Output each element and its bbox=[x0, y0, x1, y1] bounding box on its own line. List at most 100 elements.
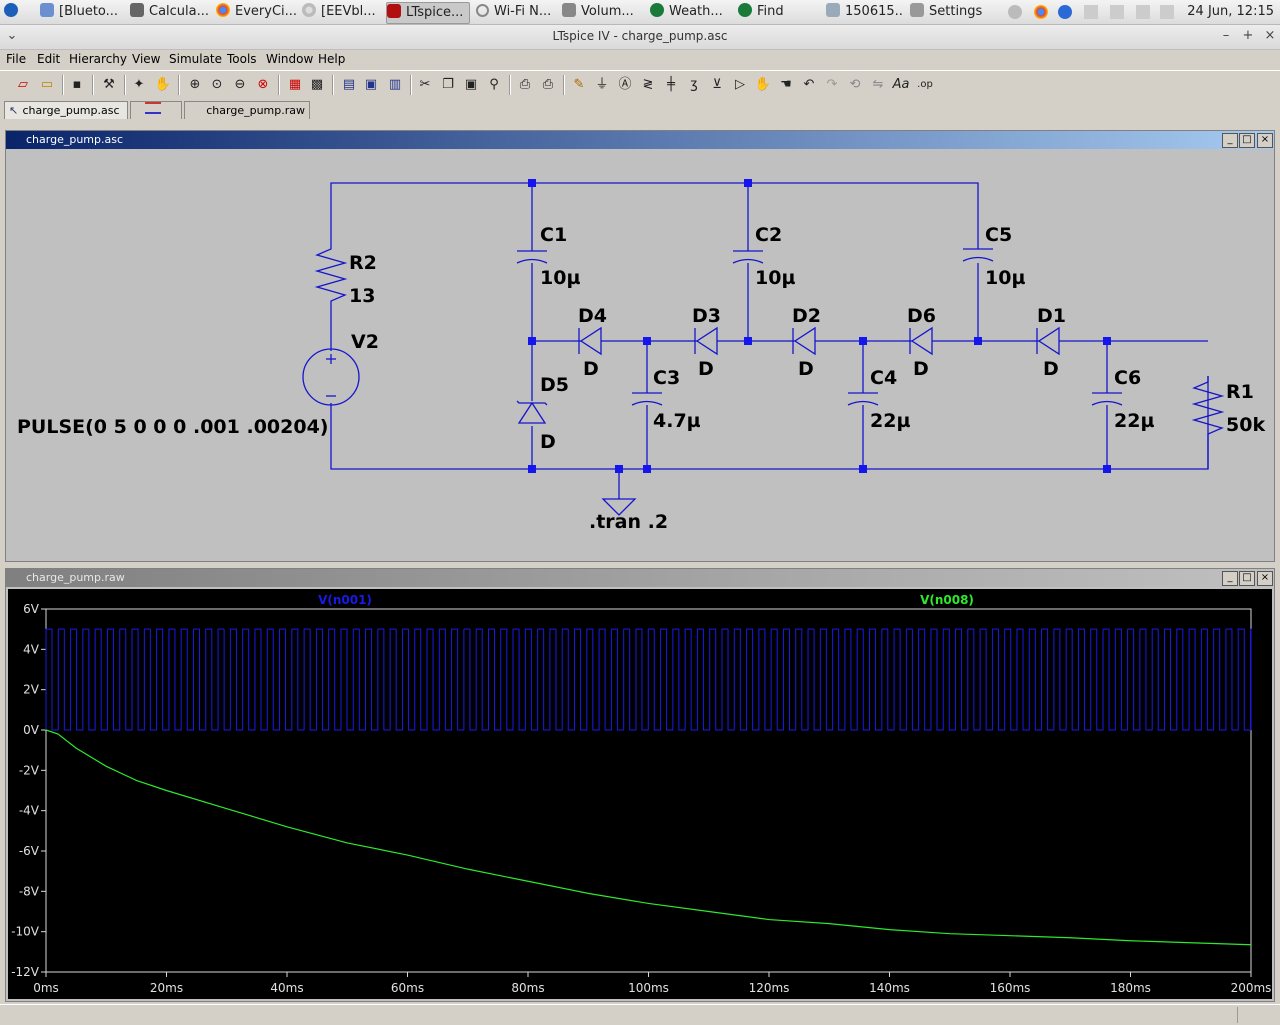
mail-icon[interactable] bbox=[1110, 5, 1124, 19]
chrome-icon bbox=[216, 3, 230, 17]
waveform-icon bbox=[145, 102, 161, 114]
x-tick-label: 160ms bbox=[990, 981, 1031, 995]
mdi-maximize-icon[interactable]: □ bbox=[1239, 133, 1255, 148]
tran-directive[interactable]: .tran .2 bbox=[589, 511, 668, 533]
zoom-in-icon[interactable]: ⊕ bbox=[186, 76, 204, 94]
minimize-icon[interactable]: – bbox=[1218, 28, 1234, 44]
menu-edit[interactable]: Edit bbox=[37, 52, 60, 66]
move-icon[interactable]: ✋ bbox=[754, 76, 772, 94]
find-icon[interactable]: ⚲ bbox=[485, 76, 503, 94]
task-weather[interactable]: Weath... bbox=[650, 2, 726, 22]
d1-model: D bbox=[1043, 358, 1059, 380]
volume-icon[interactable] bbox=[1160, 5, 1174, 19]
draw-wire-icon[interactable]: ✎ bbox=[570, 76, 588, 94]
mdi-close-icon[interactable]: × bbox=[1257, 571, 1273, 586]
menu-tools[interactable]: Tools bbox=[227, 52, 257, 66]
tab-raw[interactable]: charge_pump.raw bbox=[184, 101, 310, 119]
task-settings[interactable]: Settings bbox=[910, 2, 990, 22]
component-icon[interactable]: ▷ bbox=[731, 76, 749, 94]
capacitor-icon[interactable]: ╪ bbox=[662, 76, 680, 94]
task-volume[interactable]: Volum... bbox=[562, 2, 640, 22]
mdi-minimize-icon[interactable]: _ bbox=[1222, 133, 1238, 148]
x-tick-label: 140ms bbox=[869, 981, 910, 995]
battery-icon[interactable] bbox=[1136, 5, 1150, 19]
control-panel-icon[interactable]: ⚒ bbox=[100, 76, 118, 94]
speaker-icon bbox=[562, 3, 576, 17]
menu-simulate[interactable]: Simulate bbox=[169, 52, 222, 66]
print-setup-icon[interactable]: ⎙ bbox=[516, 76, 534, 94]
bell-icon[interactable] bbox=[1008, 5, 1022, 19]
wifi-icon[interactable] bbox=[1084, 5, 1098, 19]
mdi-minimize-icon[interactable]: _ bbox=[1222, 571, 1238, 586]
drag-icon[interactable]: ☚ bbox=[777, 76, 795, 94]
task-folder[interactable]: 150615... bbox=[826, 2, 904, 22]
text-icon[interactable]: Aa bbox=[892, 76, 910, 94]
undo-icon[interactable]: ↶ bbox=[800, 76, 818, 94]
save-icon[interactable]: ▪ bbox=[68, 76, 86, 94]
task-bluetooth[interactable]: [Blueto... bbox=[40, 2, 124, 22]
r1-label: R1 bbox=[1226, 381, 1254, 403]
print-icon[interactable]: ⎙ bbox=[539, 76, 557, 94]
rotate-icon[interactable]: ⟲ bbox=[846, 76, 864, 94]
task-find[interactable]: Find bbox=[738, 2, 798, 22]
spice-directive-icon[interactable]: .op bbox=[916, 76, 934, 94]
inductor-icon[interactable]: ʒ bbox=[685, 76, 703, 94]
zoom-fit-icon[interactable]: ⊗ bbox=[254, 76, 272, 94]
copy-icon[interactable]: ❐ bbox=[439, 76, 457, 94]
ltspice-icon bbox=[387, 4, 401, 18]
task-everycircuit[interactable]: EveryCi... bbox=[216, 2, 296, 22]
menu-view[interactable]: View bbox=[132, 52, 160, 66]
c5-label: C5 bbox=[985, 224, 1012, 246]
open-icon[interactable]: ▭ bbox=[38, 76, 56, 94]
halt-icon[interactable]: ✋ bbox=[154, 76, 172, 94]
menu-window[interactable]: Window bbox=[266, 52, 313, 66]
diode-icon[interactable]: ⊻ bbox=[708, 76, 726, 94]
autorange-icon[interactable]: ▦ bbox=[286, 76, 304, 94]
maximize-icon[interactable]: + bbox=[1240, 28, 1256, 44]
pan-icon[interactable]: ⊙ bbox=[208, 76, 226, 94]
task-calculator[interactable]: Calcula... bbox=[130, 2, 208, 22]
tile-horizontal-icon[interactable]: ▤ bbox=[340, 76, 358, 94]
task-ltspice[interactable]: LTspice... bbox=[386, 2, 470, 24]
zoom-out-icon[interactable]: ⊖ bbox=[231, 76, 249, 94]
mdi-close-icon[interactable]: × bbox=[1257, 133, 1273, 148]
legend-v-n008[interactable]: V(n008) bbox=[920, 593, 974, 607]
mirror-icon[interactable]: ⇋ bbox=[869, 76, 887, 94]
waveform-window: charge_pump.raw _ □ × 0ms 20ms 40ms 60ms 80m… bbox=[5, 568, 1275, 1002]
waveform-window-titlebar: charge_pump.raw _ □ × bbox=[6, 569, 1274, 587]
cascade-icon[interactable]: ▣ bbox=[362, 76, 380, 94]
menu-hierarchy[interactable]: Hierarchy bbox=[69, 52, 127, 66]
task-eevblog[interactable]: [EEVbl... bbox=[302, 2, 378, 22]
tab-schematic[interactable]: ↖ charge_pump.asc bbox=[4, 101, 128, 119]
x-tick-label: 40ms bbox=[270, 981, 303, 995]
paste-icon[interactable]: ▣ bbox=[462, 76, 480, 94]
mdi-maximize-icon[interactable]: □ bbox=[1239, 571, 1255, 586]
clock[interactable]: 24 Jun, 12:15 bbox=[1187, 2, 1274, 22]
menu-file[interactable]: File bbox=[6, 52, 26, 66]
bluetooth-icon[interactable] bbox=[1058, 5, 1072, 19]
app-menu-icon[interactable] bbox=[4, 2, 24, 22]
y-tick-label: 2V bbox=[23, 683, 40, 697]
resize-grip[interactable] bbox=[1237, 1007, 1278, 1023]
close-icon[interactable]: × bbox=[1262, 28, 1278, 44]
waveform-plot[interactable]: 0ms 20ms 40ms 60ms 80ms 100ms 120ms 140ms 160ms 1… bbox=[8, 589, 1272, 999]
v2-pulse-value: PULSE(0 5 0 0 0 .001 .00204) bbox=[17, 416, 328, 438]
label-net-icon[interactable]: Ⓐ bbox=[616, 76, 634, 94]
cut-icon[interactable]: ✂ bbox=[416, 76, 434, 94]
chrome-icon[interactable] bbox=[1034, 5, 1048, 19]
schematic-canvas[interactable]: C1 10µ C2 10µ C5 10µ R2 13 V2 PULSE(0 5 … bbox=[8, 151, 1272, 559]
menu-help[interactable]: Help bbox=[318, 52, 345, 66]
chrome-icon bbox=[302, 3, 316, 17]
d6-model: D bbox=[913, 358, 929, 380]
ground-icon[interactable]: ⏚ bbox=[593, 76, 611, 94]
grid-icon[interactable]: ▩ bbox=[308, 76, 326, 94]
task-wifi[interactable]: Wi-Fi N... bbox=[476, 2, 554, 22]
tile-vertical-icon[interactable]: ▥ bbox=[386, 76, 404, 94]
legend-v-n001[interactable]: V(n001) bbox=[318, 593, 372, 607]
run-icon[interactable]: ✦ bbox=[130, 76, 148, 94]
new-schematic-icon[interactable]: ▱ bbox=[14, 76, 32, 94]
resistor-icon[interactable]: ≷ bbox=[639, 76, 657, 94]
redo-icon[interactable]: ↷ bbox=[823, 76, 841, 94]
d4-label: D4 bbox=[578, 305, 607, 327]
tab-waveform-icon[interactable] bbox=[130, 101, 182, 119]
